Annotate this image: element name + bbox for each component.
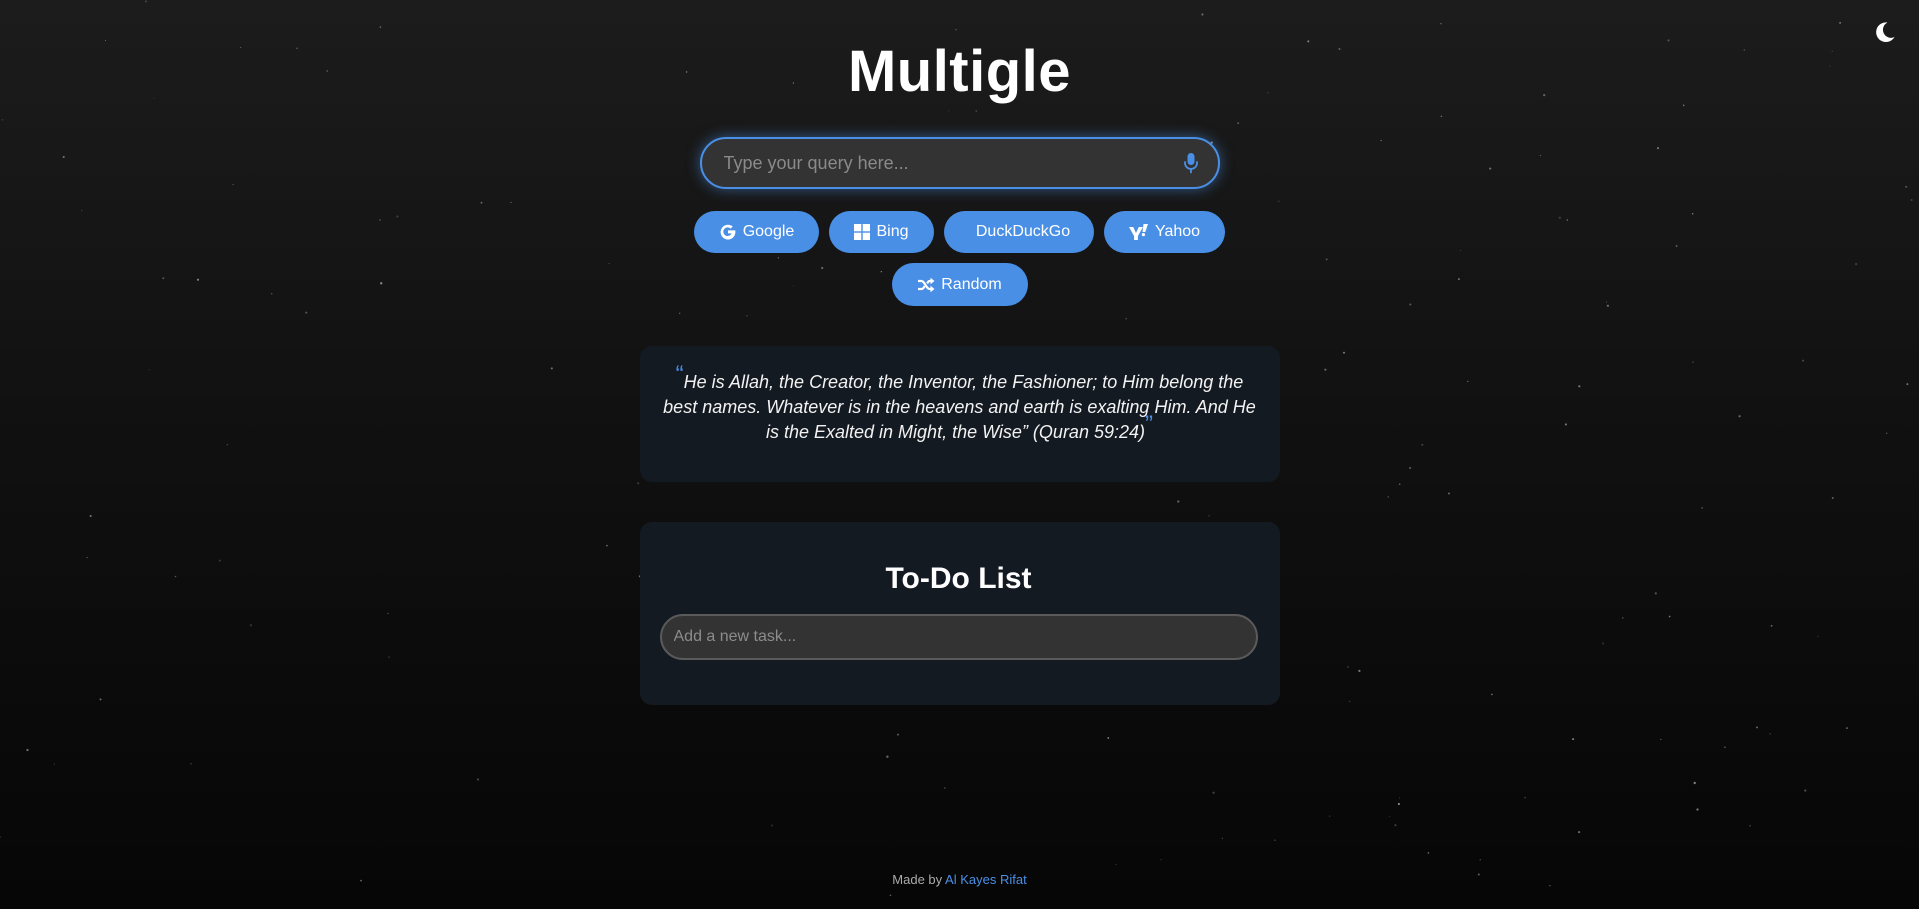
star	[771, 824, 774, 827]
todo-title: To-Do List	[885, 562, 1032, 595]
star	[1398, 797, 1401, 799]
star	[1756, 726, 1758, 729]
shuffle-icon	[918, 277, 935, 292]
star	[1696, 808, 1699, 811]
star	[1660, 738, 1662, 741]
footer-prefix: Made by	[892, 872, 946, 887]
search-box	[699, 137, 1220, 189]
star	[1577, 830, 1581, 834]
star	[0, 836, 1, 838]
star	[1212, 791, 1215, 794]
star	[1769, 733, 1771, 735]
star	[1388, 815, 1390, 818]
star	[1328, 815, 1331, 817]
close-quote-mark: ”	[1145, 411, 1153, 438]
star	[886, 755, 889, 758]
main-container: Multigle Google Bing DuckDuckGo	[0, 0, 1919, 705]
star	[1274, 839, 1276, 842]
microphone-icon[interactable]	[1182, 152, 1200, 174]
random-button[interactable]: Random	[891, 263, 1028, 306]
search-engine-buttons: Google Bing DuckDuckGo Yahoo	[694, 211, 1225, 253]
bing-button-label: Bing	[876, 223, 909, 240]
yahoo-button-label: Yahoo	[1154, 223, 1201, 240]
duckduckgo-button[interactable]: DuckDuckGo	[944, 211, 1094, 253]
todo-card: To-Do List	[639, 522, 1280, 705]
star	[1845, 727, 1848, 730]
open-quote-mark: “	[675, 361, 684, 388]
yahoo-button[interactable]: Yahoo	[1104, 211, 1225, 253]
star	[1107, 737, 1110, 739]
star	[1394, 824, 1397, 827]
star	[1524, 797, 1526, 799]
random-button-label: Random	[941, 275, 1002, 293]
star	[889, 894, 892, 897]
todo-task-input[interactable]	[659, 614, 1258, 660]
star	[1479, 858, 1482, 861]
author-link[interactable]: Al Kayes Rifat	[945, 872, 1027, 887]
app-title: Multigle	[847, 39, 1072, 104]
google-button-label: Google	[742, 223, 795, 240]
quote-text: “He is Allah, the Creator, the Inventor,…	[660, 363, 1260, 445]
yahoo-icon	[1128, 224, 1148, 240]
google-button[interactable]: Google	[694, 211, 819, 253]
star	[1221, 837, 1223, 839]
star	[1115, 863, 1117, 866]
star	[26, 748, 29, 752]
quote-body: He is Allah, the Creator, the Inventor, …	[663, 372, 1256, 442]
windows-icon	[854, 224, 871, 240]
star	[476, 778, 480, 781]
star	[1427, 852, 1430, 854]
quote-card: “He is Allah, the Creator, the Inventor,…	[639, 346, 1280, 482]
star	[1724, 746, 1726, 749]
star	[1160, 859, 1162, 861]
star	[190, 763, 192, 765]
bing-button[interactable]: Bing	[829, 211, 934, 253]
duckduckgo-button-label: DuckDuckGo	[975, 223, 1071, 240]
star	[53, 763, 55, 765]
star	[896, 733, 900, 736]
star	[943, 787, 946, 789]
search-input[interactable]	[721, 151, 1182, 175]
star	[1749, 824, 1751, 827]
footer: Made by Al Kayes Rifat	[0, 872, 1919, 887]
star	[1397, 802, 1400, 806]
star	[1804, 789, 1807, 792]
google-icon	[720, 224, 736, 240]
star	[1572, 738, 1575, 741]
star	[1693, 781, 1696, 785]
